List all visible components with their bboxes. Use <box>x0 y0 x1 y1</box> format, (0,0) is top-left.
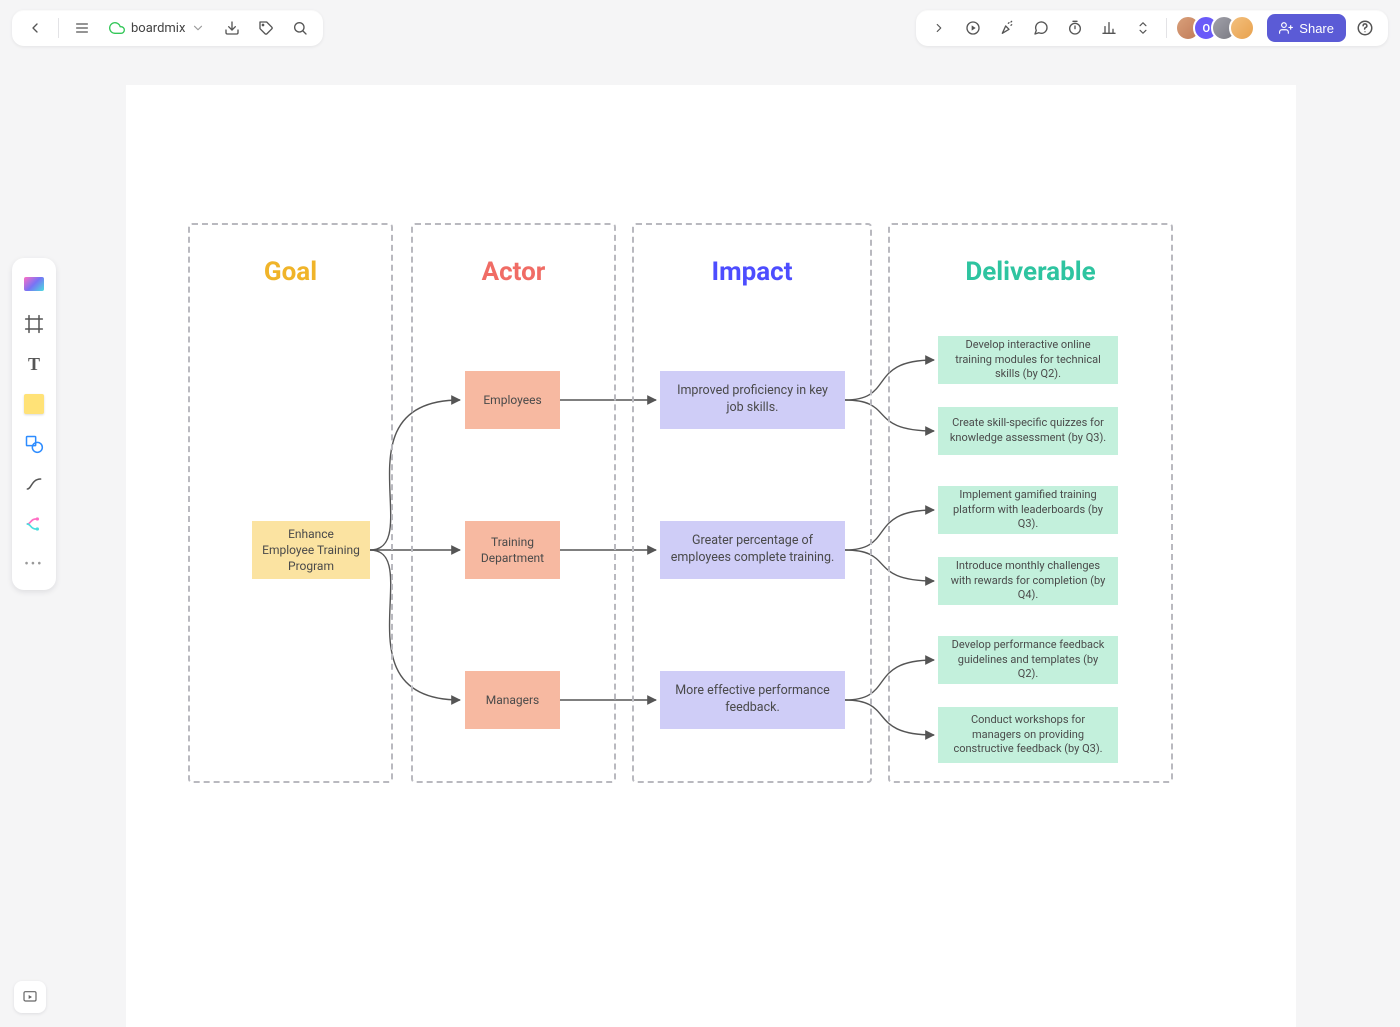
comment-button[interactable] <box>1026 13 1056 43</box>
mindmap-tool[interactable] <box>16 506 52 542</box>
search-button[interactable] <box>285 13 315 43</box>
download-button[interactable] <box>217 13 247 43</box>
column-title-goal: Goal <box>190 257 391 287</box>
node-deliverable[interactable]: Create skill-specific quizzes for knowle… <box>938 407 1118 455</box>
node-impact[interactable]: More effective performance feedback. <box>660 671 845 729</box>
timer-button[interactable] <box>1060 13 1090 43</box>
column-goal[interactable]: Goal <box>188 223 393 783</box>
node-actor[interactable]: Training Department <box>465 521 560 579</box>
avatar[interactable] <box>1229 15 1255 41</box>
node-deliverable[interactable]: Conduct workshops for managers on provid… <box>938 707 1118 763</box>
column-title-impact: Impact <box>634 257 870 287</box>
tool-dock: T ••• <box>12 258 56 590</box>
text-tool[interactable]: T <box>16 346 52 382</box>
separator <box>1166 18 1167 38</box>
document-title-chip[interactable]: boardmix <box>101 13 213 43</box>
node-actor[interactable]: Employees <box>465 371 560 429</box>
collaborator-avatars[interactable]: O <box>1175 15 1255 41</box>
column-title-deliverable: Deliverable <box>890 257 1171 287</box>
node-goal[interactable]: Enhance Employee Training Program <box>252 521 370 579</box>
sticky-note-tool[interactable] <box>16 386 52 422</box>
node-actor[interactable]: Managers <box>465 671 560 729</box>
topbar-left: boardmix <box>12 10 323 46</box>
node-deliverable[interactable]: Develop performance feedback guidelines … <box>938 636 1118 684</box>
more-tools[interactable]: ••• <box>16 546 52 582</box>
separator <box>58 18 59 38</box>
node-deliverable[interactable]: Implement gamified training platform wit… <box>938 486 1118 534</box>
celebrate-button[interactable] <box>992 13 1022 43</box>
help-button[interactable] <box>1350 13 1380 43</box>
chevron-down-icon <box>191 21 205 35</box>
present-button[interactable] <box>958 13 988 43</box>
node-deliverable[interactable]: Develop interactive online training modu… <box>938 336 1118 384</box>
expand-right-button[interactable] <box>924 13 954 43</box>
back-button[interactable] <box>20 13 50 43</box>
poll-button[interactable] <box>1094 13 1124 43</box>
cloud-sync-icon <box>109 20 125 36</box>
topbar-right: O Share <box>916 10 1388 46</box>
node-impact[interactable]: Improved proficiency in key job skills. <box>660 371 845 429</box>
share-label: Share <box>1299 21 1334 36</box>
node-impact[interactable]: Greater percentage of employees complete… <box>660 521 845 579</box>
menu-button[interactable] <box>67 13 97 43</box>
frame-tool[interactable] <box>16 306 52 342</box>
share-button[interactable]: Share <box>1267 14 1346 42</box>
more-apps-button[interactable] <box>1128 13 1158 43</box>
minimap-toggle[interactable] <box>14 981 46 1013</box>
canvas[interactable]: Goal Actor Impact Deliverable Enhance Em… <box>126 85 1296 1027</box>
shape-tool[interactable] <box>16 426 52 462</box>
connector-tool[interactable] <box>16 466 52 502</box>
sticky-note-icon <box>24 394 44 414</box>
document-title: boardmix <box>131 21 185 36</box>
column-title-actor: Actor <box>413 257 614 287</box>
templates-tool[interactable] <box>16 266 52 302</box>
node-deliverable[interactable]: Introduce monthly challenges with reward… <box>938 557 1118 605</box>
tag-button[interactable] <box>251 13 281 43</box>
templates-icon <box>24 277 44 291</box>
